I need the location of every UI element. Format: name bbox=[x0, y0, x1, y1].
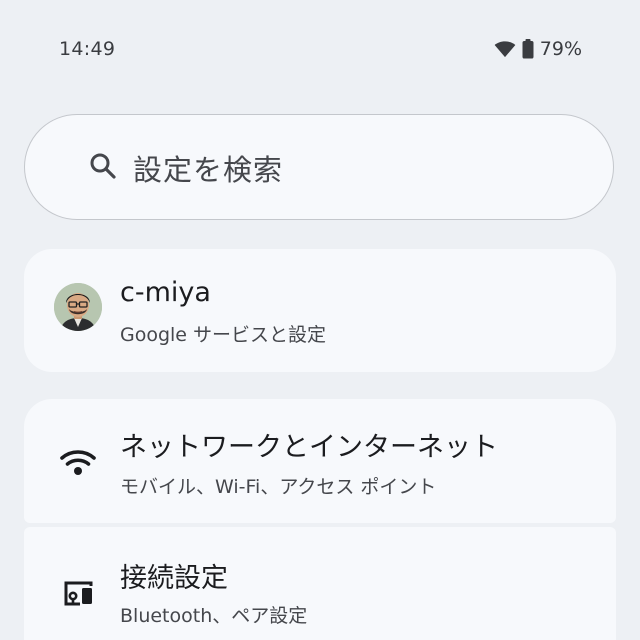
google-account-item[interactable]: c-miya Google サービスと設定 bbox=[24, 249, 616, 372]
battery-percentage: 79% bbox=[539, 38, 582, 60]
battery-icon bbox=[522, 39, 534, 59]
account-name: c-miya bbox=[120, 277, 211, 308]
settings-item-title: ネットワークとインターネット bbox=[120, 432, 498, 463]
status-time: 14:49 bbox=[59, 38, 116, 60]
connected-devices-icon bbox=[58, 571, 98, 611]
settings-item-connected-devices[interactable]: 接続設定 Bluetooth、ペア設定 bbox=[24, 527, 616, 640]
avatar bbox=[54, 283, 102, 331]
settings-item-network[interactable]: ネットワークとインターネット モバイル、Wi-Fi、アクセス ポイント bbox=[24, 399, 616, 523]
wifi-icon bbox=[494, 40, 516, 58]
account-subtitle: Google サービスと設定 bbox=[120, 324, 327, 346]
wifi-icon bbox=[58, 443, 98, 483]
settings-search-bar[interactable]: 設定を検索 bbox=[24, 114, 614, 220]
settings-item-subtitle: Bluetooth、ペア設定 bbox=[120, 605, 308, 627]
settings-screen: 14:49 79% 設定を検索 c-miya Google サービスと設定 ネッ… bbox=[0, 0, 640, 640]
search-icon bbox=[88, 151, 118, 181]
status-indicators: 79% bbox=[494, 38, 582, 60]
settings-item-subtitle: モバイル、Wi-Fi、アクセス ポイント bbox=[120, 476, 437, 498]
status-bar: 14:49 79% bbox=[0, 0, 640, 100]
settings-item-title: 接続設定 bbox=[120, 563, 228, 594]
search-placeholder: 設定を検索 bbox=[133, 153, 284, 187]
